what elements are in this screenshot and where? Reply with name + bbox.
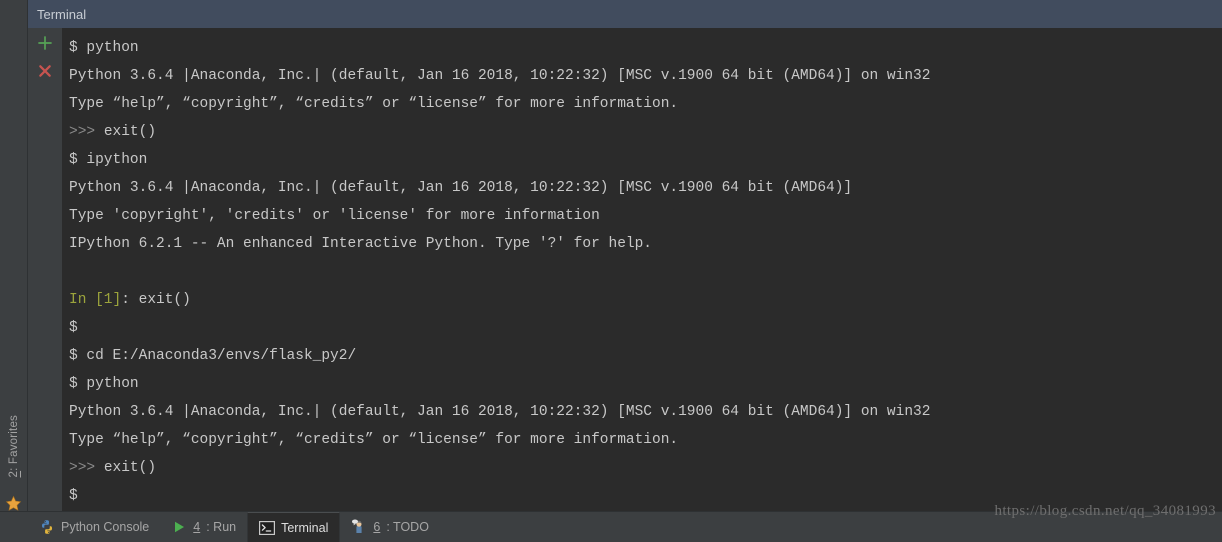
- tab-terminal[interactable]: Terminal: [247, 512, 340, 542]
- console-text: : exit(): [121, 292, 191, 308]
- console-text: Python 3.6.4 |Anaconda, Inc.| (default, …: [69, 180, 852, 196]
- tab-todo-accel: 6: [373, 520, 380, 534]
- favorites-label: 2: Favorites: [8, 415, 20, 478]
- console-line: Type “help”, “copyright”, “credits” or “…: [69, 426, 1222, 454]
- favorites-label-text: : Favorites: [8, 415, 20, 471]
- console-line: Type “help”, “copyright”, “credits” or “…: [69, 90, 1222, 118]
- console-line: In [1]: exit(): [69, 286, 1222, 314]
- terminal-console-output[interactable]: $ python Python 3.6.4 |Anaconda, Inc.| (d…: [62, 28, 1222, 512]
- console-text: Type “help”, “copyright”, “credits” or “…: [69, 432, 678, 448]
- console-line: >>> exit(): [69, 118, 1222, 146]
- console-text: exit(): [104, 124, 156, 140]
- console-line: [69, 258, 1222, 286]
- console-text: Type “help”, “copyright”, “credits” or “…: [69, 96, 678, 112]
- console-text: $ ipython: [69, 152, 147, 168]
- terminal-tool-window-header: Terminal: [28, 0, 1222, 28]
- tab-run-accel: 4: [193, 520, 200, 534]
- console-text: $ python: [69, 376, 139, 392]
- console-line: $ ipython: [69, 146, 1222, 174]
- console-line: $ cd E:/Anaconda3/envs/flask_py2/: [69, 342, 1222, 370]
- console-text: $ cd E:/Anaconda3/envs/flask_py2/: [69, 348, 356, 364]
- tool-window-title: Terminal: [37, 7, 86, 22]
- console-line: $: [69, 314, 1222, 342]
- console-line: Python 3.6.4 |Anaconda, Inc.| (default, …: [69, 62, 1222, 90]
- console-text: Type 'copyright', 'credits' or 'license'…: [69, 208, 600, 224]
- console-text: >>>: [69, 460, 104, 476]
- console-line: IPython 6.2.1 -- An enhanced Interactive…: [69, 230, 1222, 258]
- console-line: Type 'copyright', 'credits' or 'license'…: [69, 202, 1222, 230]
- console-text: Python 3.6.4 |Anaconda, Inc.| (default, …: [69, 404, 930, 420]
- tab-run-label: : Run: [206, 520, 236, 534]
- console-text: IPython 6.2.1 -- An enhanced Interactive…: [69, 236, 652, 252]
- bottom-bar-spacer: [0, 512, 28, 542]
- console-text: $: [69, 488, 78, 504]
- console-line: $ python: [69, 34, 1222, 62]
- console-line: $ python: [69, 370, 1222, 398]
- tab-terminal-label: Terminal: [281, 521, 328, 535]
- watermark: https://blog.csdn.net/qq_34081993: [994, 503, 1216, 520]
- console-line: Python 3.6.4 |Anaconda, Inc.| (default, …: [69, 174, 1222, 202]
- left-tool-strip: 2: Favorites: [0, 0, 28, 512]
- console-text: exit(): [104, 460, 156, 476]
- console-text: [1]: [95, 292, 121, 308]
- plus-icon: [37, 35, 53, 56]
- console-text: >>>: [69, 124, 104, 140]
- todo-icon: [351, 519, 367, 535]
- favorites-accel: 2: [8, 471, 20, 478]
- console-text: In: [69, 292, 95, 308]
- console-text: $: [69, 320, 78, 336]
- tab-todo[interactable]: 6 : TODO: [340, 512, 440, 542]
- console-text: Python 3.6.4 |Anaconda, Inc.| (default, …: [69, 68, 930, 84]
- console-line: Python 3.6.4 |Anaconda, Inc.| (default, …: [69, 398, 1222, 426]
- tab-todo-label: : TODO: [386, 520, 429, 534]
- sidebar-item-favorites[interactable]: 2: Favorites: [0, 402, 27, 490]
- terminal-toolbar: [28, 28, 62, 512]
- terminal-icon: [259, 520, 275, 536]
- tab-run[interactable]: 4 : Run: [160, 512, 247, 542]
- pycharm-terminal-window: 2: Favorites Terminal $ python Python 3.6…: [0, 0, 1222, 542]
- close-session-button[interactable]: [34, 62, 56, 84]
- console-text: $ python: [69, 40, 139, 56]
- python-console-icon: [39, 519, 55, 535]
- run-play-icon: [171, 519, 187, 535]
- tab-python-console[interactable]: Python Console: [28, 512, 160, 542]
- tab-python-console-label: Python Console: [61, 520, 149, 534]
- new-session-button[interactable]: [34, 34, 56, 56]
- star-icon: [5, 495, 22, 512]
- close-icon: [37, 63, 53, 84]
- console-line: >>> exit(): [69, 454, 1222, 482]
